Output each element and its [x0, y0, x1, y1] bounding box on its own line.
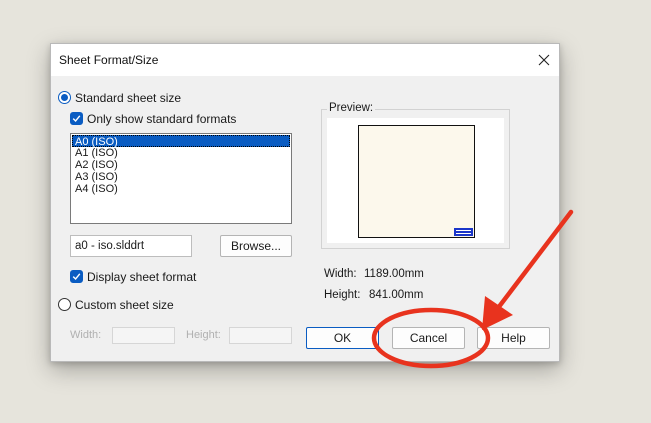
list-item[interactable]: A0 (ISO) — [72, 135, 290, 148]
sheet-height-value: 841.00mm — [369, 289, 424, 301]
list-item[interactable]: A3 (ISO) — [71, 171, 291, 183]
ok-button[interactable]: OK — [306, 327, 379, 349]
sheet-preview — [358, 125, 475, 238]
dialog-title: Sheet Format/Size — [59, 53, 159, 67]
cancel-button[interactable]: Cancel — [392, 327, 465, 349]
title-bar: Sheet Format/Size — [51, 44, 559, 76]
checkmark-icon — [72, 115, 81, 123]
custom-size-label: Custom sheet size — [75, 298, 174, 312]
standard-size-label: Standard sheet size — [75, 91, 182, 105]
list-item[interactable]: A1 (ISO) — [71, 147, 291, 159]
standard-size-radio[interactable] — [58, 91, 71, 104]
close-icon — [538, 54, 550, 66]
sheet-width-value: 1189.00mm — [364, 268, 424, 280]
custom-height-field[interactable] — [229, 327, 292, 344]
checkmark-icon — [72, 273, 81, 281]
list-item[interactable]: A4 (ISO) — [71, 183, 291, 195]
preview-label: Preview: — [327, 102, 376, 114]
custom-width-label: Width: — [70, 329, 102, 341]
only-standard-checkbox[interactable] — [70, 112, 83, 125]
only-standard-label: Only show standard formats — [87, 112, 237, 126]
title-block-thumbnail — [454, 228, 473, 236]
template-file-field[interactable]: a0 - iso.slddrt — [70, 235, 192, 257]
help-button[interactable]: Help — [477, 327, 550, 349]
close-button[interactable] — [529, 44, 559, 76]
browse-button[interactable]: Browse... — [220, 235, 292, 257]
sheet-width-label: Width: — [324, 268, 357, 280]
display-format-label: Display sheet format — [87, 270, 197, 284]
sheet-height-label: Height: — [324, 289, 361, 301]
format-listbox[interactable]: A0 (ISO) A1 (ISO) A2 (ISO) A3 (ISO) A4 (… — [70, 133, 292, 224]
custom-size-radio[interactable] — [58, 298, 71, 311]
custom-width-field[interactable] — [112, 327, 175, 344]
custom-height-label: Height: — [186, 329, 221, 341]
list-item[interactable]: A2 (ISO) — [71, 159, 291, 171]
display-format-checkbox[interactable] — [70, 270, 83, 283]
sheet-format-dialog: Sheet Format/Size Standard sheet size On… — [50, 43, 560, 362]
